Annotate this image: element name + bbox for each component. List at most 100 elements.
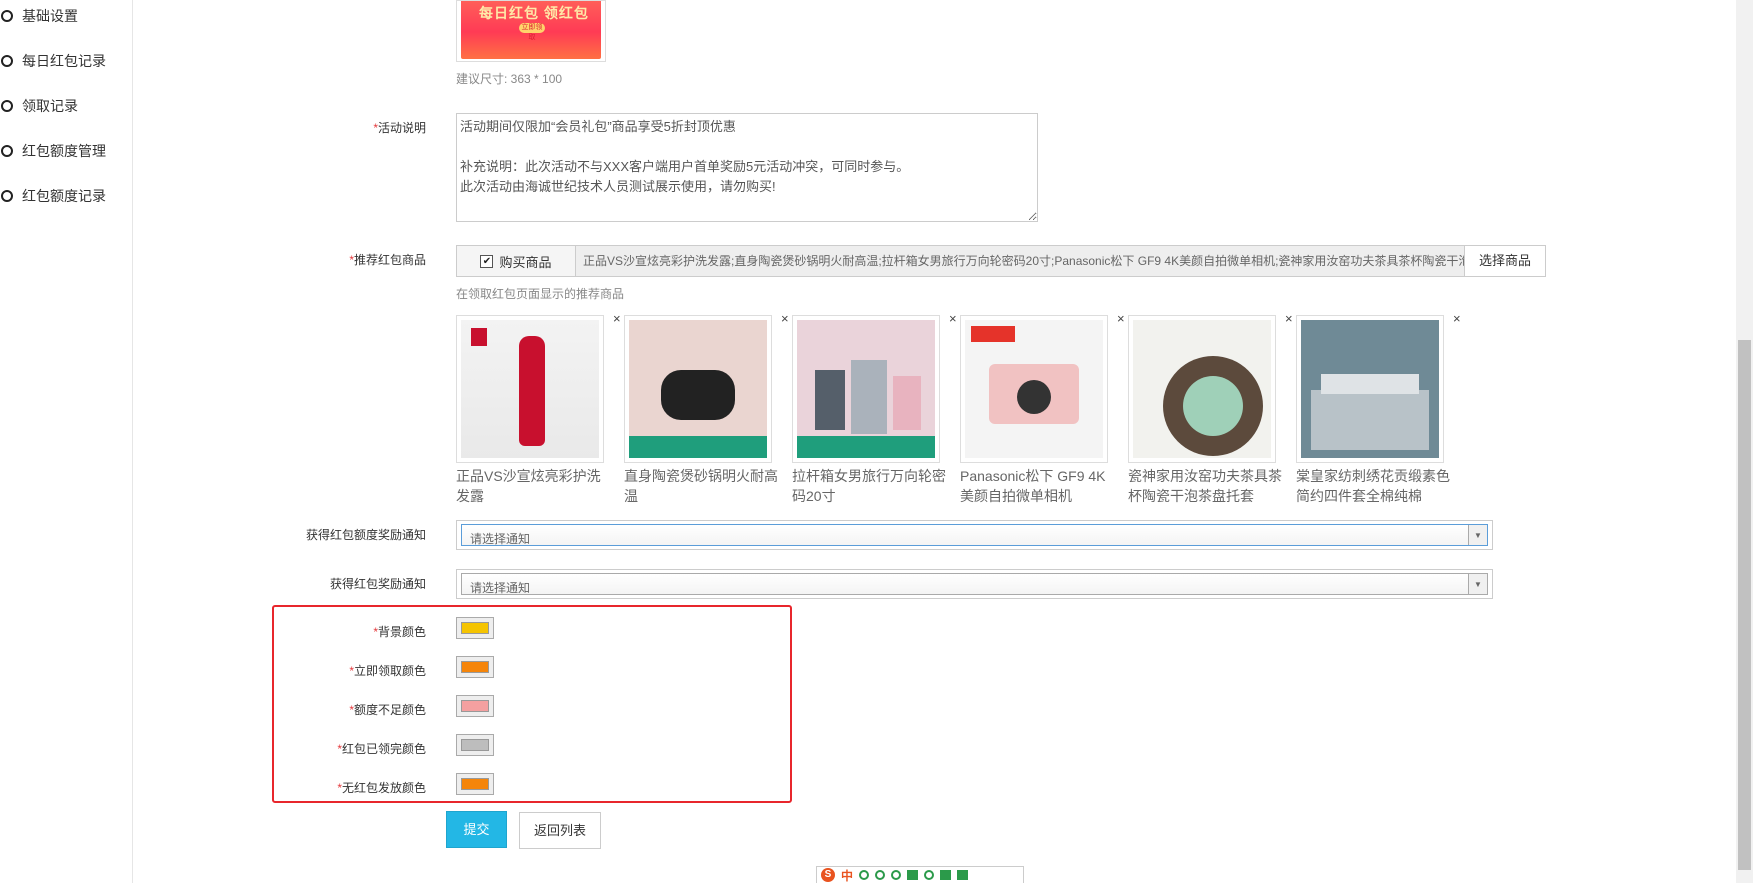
dropdown-arrow-icon[interactable]: ▼ [1468, 525, 1487, 545]
remove-product-icon[interactable]: × [1453, 311, 1461, 326]
sidebar: 基础设置 每日红包记录 领取记录 红包额度管理 红包额度记录 [0, 0, 133, 883]
product-card: × Panasonic松下 GF9 4K美颜自拍微单相机 [960, 311, 1125, 506]
checkbox-checked-icon[interactable]: ✔ [480, 254, 494, 268]
activity-label: *活动说明 [373, 121, 426, 135]
user-icon[interactable] [924, 870, 935, 880]
product-image [1296, 315, 1444, 463]
finished-color-picker[interactable] [456, 734, 494, 756]
claim-color-picker[interactable] [456, 656, 494, 678]
quota-notify-select[interactable]: 请选择通知 ▼ [456, 520, 1493, 550]
sidebar-item-label: 红包额度记录 [22, 188, 106, 204]
circle-icon [1, 55, 13, 67]
finished-color-swatch [461, 739, 489, 751]
toolbox-icon[interactable] [957, 870, 969, 880]
emoji-icon[interactable] [875, 870, 886, 880]
product-card: × 拉杆箱女男旅行万向轮密码20寸 [792, 311, 957, 506]
circle-icon [1, 190, 13, 202]
reward-notify-label-row: 获得红包奖励通知 [140, 575, 426, 595]
bg-color-picker[interactable] [456, 617, 494, 639]
remove-product-icon[interactable]: × [1117, 311, 1125, 326]
insufficient-color-label: *额度不足颜色 [349, 703, 426, 717]
punctuation-icon[interactable] [859, 870, 870, 880]
finished-color-label: *红包已领完颜色 [337, 742, 426, 756]
banner-preview-image: 每日红包 领红包 立即领取 [456, 0, 606, 62]
goods-hint: 在领取红包页面显示的推荐商品 [456, 287, 625, 301]
none-color-label-row: *无红包发放颜色 [140, 779, 426, 799]
product-name: 拉杆箱女男旅行万向轮密码20寸 [792, 468, 946, 504]
bg-color-label-row: *背景颜色 [140, 623, 426, 643]
bg-color-label: *背景颜色 [373, 625, 426, 639]
back-to-list-button[interactable]: 返回列表 [519, 812, 601, 849]
sogou-logo-icon[interactable]: S [821, 868, 835, 882]
banner-image-text: 每日红包 领红包 [479, 5, 589, 21]
remove-product-icon[interactable]: × [1285, 311, 1293, 326]
quota-notify-placeholder: 请选择通知 [470, 532, 531, 546]
circle-icon [1, 145, 13, 157]
scrollbar-thumb[interactable] [1738, 340, 1751, 870]
activity-label-row: *活动说明 [140, 119, 426, 139]
insufficient-color-label-row: *额度不足颜色 [140, 701, 426, 721]
submit-button[interactable]: 提交 [446, 811, 507, 848]
microphone-icon[interactable] [891, 870, 902, 880]
product-image [792, 315, 940, 463]
buy-goods-label: 购买商品 [499, 254, 552, 270]
circle-icon [1, 100, 13, 112]
selected-goods-text: 正品VS沙宣炫亮彩护洗发露;直身陶瓷煲砂锅明火耐高温;拉杆箱女男旅行万向轮密码2… [576, 246, 1464, 276]
circle-icon [1, 10, 13, 22]
banner-image-pill: 立即领取 [519, 23, 545, 41]
product-image [456, 315, 604, 463]
reward-notify-label: 获得红包奖励通知 [329, 577, 426, 591]
keyboard-icon[interactable] [907, 870, 919, 880]
goods-label: *推荐红包商品 [349, 253, 426, 267]
sidebar-item-quota-records[interactable]: 红包额度记录 [0, 184, 132, 208]
sidebar-item-label: 红包额度管理 [22, 143, 106, 159]
skin-icon[interactable] [940, 870, 952, 880]
sidebar-item-daily-records[interactable]: 每日红包记录 [0, 49, 132, 73]
remove-product-icon[interactable]: × [949, 311, 957, 326]
banner-size-hint: 建议尺寸: 363 * 100 [456, 72, 563, 86]
sidebar-item-claim-records[interactable]: 领取记录 [0, 94, 132, 118]
goods-selector: ✔ 购买商品 正品VS沙宣炫亮彩护洗发露;直身陶瓷煲砂锅明火耐高温;拉杆箱女男旅… [456, 245, 1546, 277]
product-image [960, 315, 1108, 463]
reward-notify-select[interactable]: 请选择通知 ▼ [456, 569, 1493, 599]
page-scrollbar[interactable] [1736, 0, 1753, 883]
product-image [1128, 315, 1276, 463]
activity-description-textarea[interactable] [456, 113, 1038, 222]
sidebar-item-label: 基础设置 [22, 8, 78, 24]
ime-toolbar[interactable]: S 中 [816, 866, 1024, 883]
product-card: × 直身陶瓷煲砂锅明火耐高温 [624, 311, 789, 506]
product-name: 正品VS沙宣炫亮彩护洗发露 [456, 468, 601, 504]
insufficient-color-picker[interactable] [456, 695, 494, 717]
claim-color-label: *立即领取颜色 [349, 664, 426, 678]
sidebar-item-label: 每日红包记录 [22, 53, 106, 69]
remove-product-icon[interactable]: × [781, 311, 789, 326]
quota-notify-label-row: 获得红包额度奖励通知 [140, 526, 426, 546]
sidebar-item-label: 领取记录 [22, 98, 78, 114]
select-goods-button[interactable]: 选择商品 [1464, 246, 1545, 276]
product-image [624, 315, 772, 463]
buy-goods-checkbox[interactable]: ✔ 购买商品 [457, 246, 576, 276]
sidebar-item-basic-settings[interactable]: 基础设置 [0, 4, 132, 28]
claim-color-label-row: *立即领取颜色 [140, 662, 426, 682]
bg-color-swatch [461, 622, 489, 634]
product-card: × 瓷神家用汝窑功夫茶具茶杯陶瓷干泡茶盘托套 [1128, 311, 1293, 506]
product-card: × 正品VS沙宣炫亮彩护洗发露 [456, 311, 621, 506]
insufficient-color-swatch [461, 700, 489, 712]
product-name: Panasonic松下 GF9 4K美颜自拍微单相机 [960, 468, 1106, 504]
goods-label-row: *推荐红包商品 [140, 251, 426, 271]
claim-color-swatch [461, 661, 489, 673]
finished-color-label-row: *红包已领完颜色 [140, 740, 426, 760]
none-color-label: *无红包发放颜色 [337, 781, 426, 795]
product-card: × 棠皇家纺刺绣花贡缎素色简约四件套全棉纯棉 [1296, 311, 1461, 506]
sidebar-item-quota-management[interactable]: 红包额度管理 [0, 139, 132, 163]
product-name: 瓷神家用汝窑功夫茶具茶杯陶瓷干泡茶盘托套 [1128, 468, 1282, 504]
remove-product-icon[interactable]: × [613, 311, 621, 326]
product-name: 棠皇家纺刺绣花贡缎素色简约四件套全棉纯棉 [1296, 468, 1450, 504]
none-color-swatch [461, 778, 489, 790]
product-name: 直身陶瓷煲砂锅明火耐高温 [624, 468, 778, 504]
ime-language-indicator[interactable]: 中 [841, 867, 853, 884]
quota-notify-label: 获得红包额度奖励通知 [305, 528, 426, 542]
reward-notify-placeholder: 请选择通知 [470, 581, 531, 595]
dropdown-arrow-icon[interactable]: ▼ [1468, 574, 1487, 594]
none-color-picker[interactable] [456, 773, 494, 795]
